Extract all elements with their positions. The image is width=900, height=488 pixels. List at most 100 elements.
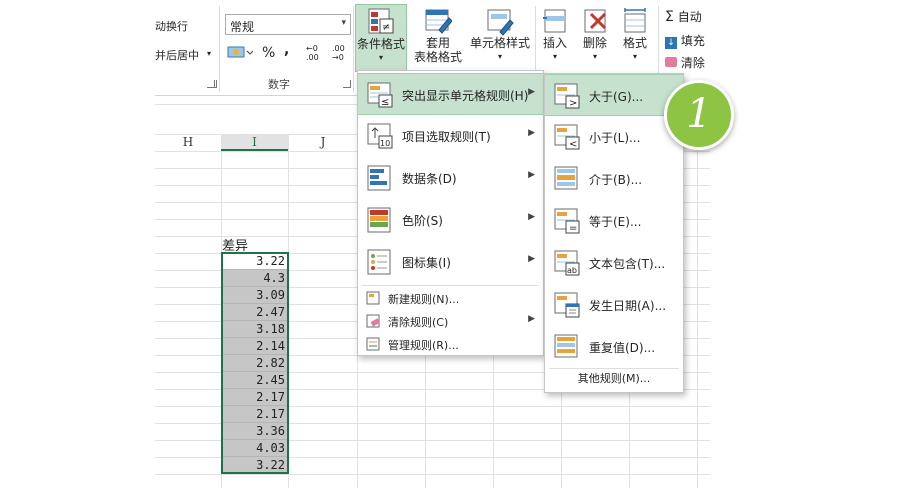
menu-item-icon-sets[interactable]: 图标集(I) ▶ [358, 241, 543, 283]
table-cell[interactable]: 2.45 [221, 372, 288, 389]
table-cell[interactable]: 2.17 [221, 406, 288, 423]
table-cell[interactable]: 4.03 [221, 440, 288, 457]
insert-icon [541, 6, 569, 36]
submenu-item-greater-than[interactable]: > 大于(G)... [545, 74, 683, 116]
format-label: 格式 [622, 36, 647, 50]
submenu-item-label: 重复值(D)... [589, 341, 656, 355]
highlight-rules-submenu: > 大于(G)... < 小于(L)... 介于(B)... = 等于(E)..… [544, 73, 684, 393]
fill-button[interactable]: ↓ 填充 [665, 32, 705, 49]
number-launcher-icon[interactable] [343, 80, 351, 88]
date-occurring-icon [554, 292, 580, 318]
delete-button[interactable]: 删除 ▾ [577, 4, 613, 68]
number-format-dropdown[interactable]: 常规 ▾ [225, 14, 351, 35]
between-icon [554, 166, 578, 190]
table-cell[interactable]: 3.09 [221, 287, 288, 304]
number-group-label: 数字 [268, 78, 290, 91]
conditional-formatting-menu: ≤ 突出显示单元格规则(H) ▶ 10 项目选取规则(T) ▶ 数据条(D) ▶ [357, 70, 544, 356]
chevron-down-icon: ▾ [497, 52, 502, 61]
menu-item-data-bars[interactable]: 数据条(D) ▶ [358, 157, 543, 199]
table-cell[interactable]: 2.82 [221, 355, 288, 372]
chevron-down-icon: ▾ [592, 52, 597, 61]
duplicate-values-icon [554, 334, 578, 358]
submenu-item-between[interactable]: 介于(B)... [545, 158, 683, 200]
chevron-down-icon: ▾ [632, 52, 637, 61]
gridline [288, 134, 289, 488]
table-cell[interactable]: 3.22 [221, 253, 288, 270]
autosum-button[interactable]: Σ 自动 [665, 8, 702, 25]
svg-text:≤: ≤ [381, 97, 389, 108]
new-rule-icon [366, 291, 380, 305]
chevron-right-icon: ▶ [528, 212, 535, 222]
fill-label: 填充 [680, 34, 705, 48]
submenu-item-label: 介于(B)... [589, 173, 643, 187]
chevron-right-icon: ▶ [528, 128, 535, 138]
submenu-item-more-rules[interactable]: 其他规则(M)... [545, 370, 683, 390]
delete-icon [581, 6, 609, 36]
merge-dropdown-arrow-icon[interactable]: ▾ [207, 49, 211, 58]
svg-text:ab: ab [567, 266, 577, 275]
eraser-icon [665, 57, 677, 67]
gridline [155, 474, 710, 475]
top-bottom-rules-icon: 10 [367, 123, 393, 149]
percent-button[interactable]: % [262, 45, 275, 61]
menu-item-new-rule[interactable]: 新建规则(N)... [358, 287, 543, 309]
submenu-item-duplicate-values[interactable]: 重复值(D)... [545, 326, 683, 368]
submenu-item-label: 大于(G)... [589, 90, 644, 104]
menu-item-label: 管理规则(R)... [388, 339, 459, 352]
column-header-j[interactable]: J [289, 135, 357, 151]
format-button[interactable]: 格式 ▾ [617, 4, 653, 68]
number-format-value: 常规 [230, 20, 255, 34]
currency-icon [227, 46, 254, 58]
table-cell[interactable]: 2.47 [221, 304, 288, 321]
table-cell[interactable]: 3.18 [221, 321, 288, 338]
delete-label: 删除 [582, 36, 607, 50]
sigma-icon: Σ [665, 9, 674, 25]
column-header-i[interactable]: I [221, 135, 288, 151]
fill-down-icon: ↓ [665, 37, 677, 49]
column-header-h[interactable]: H [155, 135, 221, 151]
selected-range[interactable]: 3.22 4.3 3.09 2.47 3.18 2.14 2.82 2.45 2… [221, 253, 288, 474]
menu-item-label: 数据条(D) [402, 172, 457, 186]
highlight-rules-icon: ≤ [367, 82, 393, 108]
table-cell[interactable]: 3.22 [221, 457, 288, 474]
decrease-decimal-button[interactable]: .00 →0 [332, 44, 354, 62]
conditional-formatting-button[interactable]: ≠ 条件格式 ▾ [355, 4, 407, 72]
menu-item-clear-rules[interactable]: 清除规则(C) ▶ [358, 310, 543, 332]
table-cell[interactable]: 2.14 [221, 338, 288, 355]
submenu-item-text-contains[interactable]: ab 文本包含(T)... [545, 242, 683, 284]
step-number-badge: 1 [664, 80, 734, 150]
chevron-down-icon: ▾ [378, 53, 383, 62]
increase-decimal-button[interactable]: ←0 .00 [306, 44, 328, 62]
submenu-item-equal-to[interactable]: = 等于(E)... [545, 200, 683, 242]
format-as-table-button[interactable]: 套用 表格格式 [411, 4, 465, 68]
menu-item-manage-rules[interactable]: 管理规则(R)... [358, 333, 543, 355]
diff-header-cell[interactable]: 差异 [222, 235, 248, 254]
submenu-item-less-than[interactable]: < 小于(L)... [545, 116, 683, 158]
currency-format-button[interactable] [227, 44, 254, 62]
clear-button[interactable]: 清除 [665, 54, 705, 71]
table-cell[interactable]: 4.3 [221, 270, 288, 287]
submenu-item-label: 等于(E)... [589, 215, 642, 229]
menu-item-top-bottom-rules[interactable]: 10 项目选取规则(T) ▶ [358, 115, 543, 157]
menu-item-color-scales[interactable]: 色阶(S) ▶ [358, 199, 543, 241]
menu-separator [549, 368, 679, 369]
data-bars-icon [367, 165, 391, 191]
table-cell[interactable]: 3.36 [221, 423, 288, 440]
conditional-formatting-icon: ≠ [367, 7, 395, 37]
submenu-item-date-occurring[interactable]: 发生日期(A)... [545, 284, 683, 326]
alignment-launcher-icon-2[interactable] [209, 80, 217, 88]
clear-rules-icon [366, 314, 380, 328]
cell-styles-button[interactable]: 单元格样式 ▾ [467, 4, 533, 68]
svg-text:≠: ≠ [382, 22, 390, 33]
table-cell[interactable]: 2.17 [221, 389, 288, 406]
color-scales-icon [367, 207, 391, 233]
menu-item-label: 新建规则(N)... [388, 293, 460, 306]
less-than-icon: < [554, 124, 580, 150]
menu-item-highlight-rules[interactable]: ≤ 突出显示单元格规则(H) ▶ [358, 73, 543, 115]
wrap-text-button[interactable]: 动换行 [155, 18, 188, 34]
comma-button[interactable]: , [284, 42, 289, 58]
submenu-item-label: 小于(L)... [589, 131, 641, 145]
insert-button[interactable]: 插入 ▾ [537, 4, 573, 68]
divider [353, 6, 354, 92]
merge-center-button[interactable]: 并后居中 [155, 47, 199, 63]
